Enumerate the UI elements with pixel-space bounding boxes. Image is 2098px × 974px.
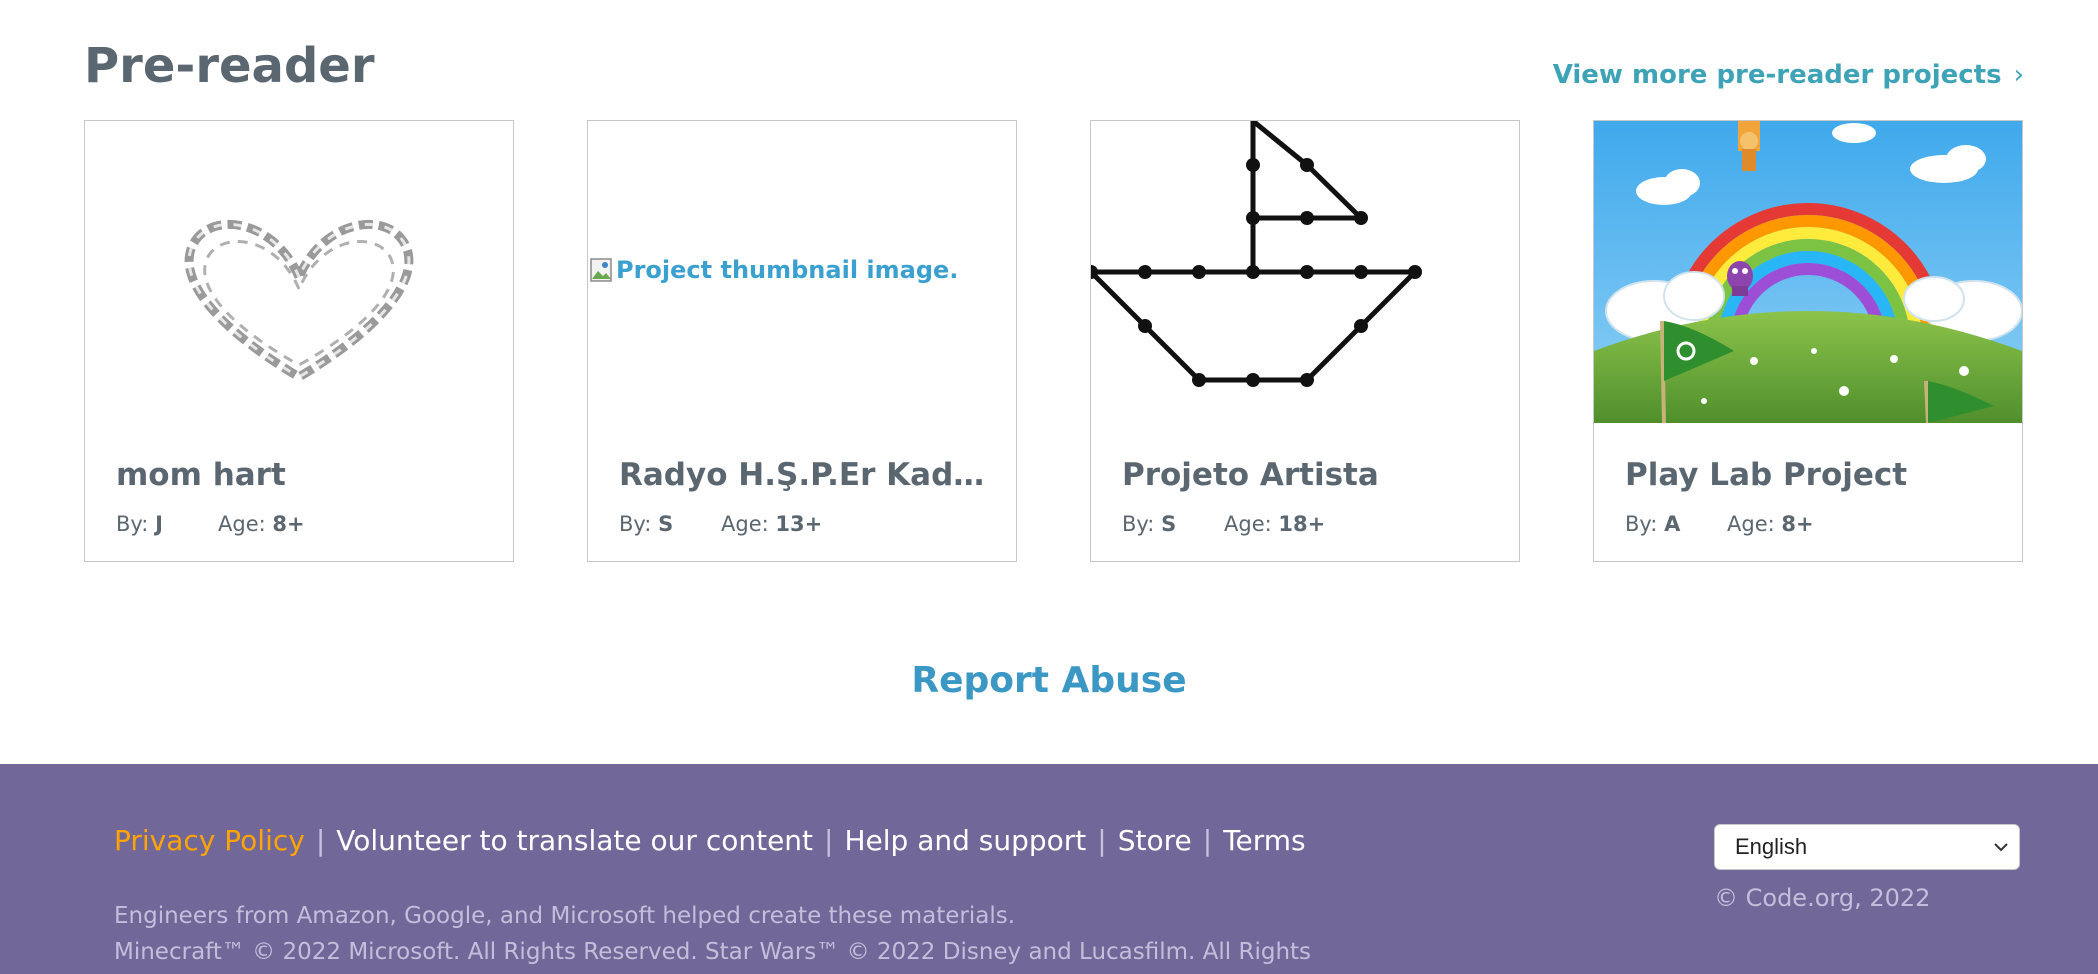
project-thumbnail[interactable] bbox=[1594, 121, 2022, 423]
footer-credits: Engineers from Amazon, Google, and Micro… bbox=[114, 898, 1311, 970]
help-support-link[interactable]: Help and support bbox=[844, 824, 1086, 857]
broken-image-icon bbox=[590, 258, 612, 282]
project-meta: By: J Age: 8+ bbox=[116, 512, 305, 536]
project-meta: By: A Age: 8+ bbox=[1625, 512, 1814, 536]
by-label: By: bbox=[116, 512, 149, 536]
view-more-label: View more pre-reader projects bbox=[1552, 60, 2002, 90]
project-card[interactable]: Projeto Artista By: S Age: 18+ bbox=[1090, 120, 1520, 562]
by-label: By: bbox=[1122, 512, 1155, 536]
project-thumbnail[interactable] bbox=[85, 121, 513, 423]
project-meta: By: S Age: 13+ bbox=[619, 512, 822, 536]
project-author: S bbox=[1161, 512, 1177, 536]
footer: Privacy Policy | Volunteer to translate ou… bbox=[0, 764, 2098, 974]
project-card[interactable]: Project thumbnail image. Radyo H.Ş.P.Er … bbox=[587, 120, 1017, 562]
project-title[interactable]: mom hart bbox=[116, 457, 486, 493]
copyright: © Code.org, 2022 bbox=[1714, 884, 1931, 912]
rainbow-scene-icon bbox=[1594, 121, 2022, 423]
terms-link[interactable]: Terms bbox=[1223, 824, 1305, 857]
footer-links: Privacy Policy | Volunteer to translate ou… bbox=[114, 824, 1306, 857]
volunteer-translate-link[interactable]: Volunteer to translate our content bbox=[336, 824, 813, 857]
project-author: A bbox=[1664, 512, 1681, 536]
project-cards: mom hart By: J Age: 8+ Project thumbnail… bbox=[84, 120, 2024, 564]
project-author: S bbox=[658, 512, 674, 536]
link-separator: | bbox=[315, 824, 326, 857]
link-separator: | bbox=[1097, 824, 1107, 857]
project-title[interactable]: Radyo H.Ş.P.Er Kadir ... bbox=[619, 457, 989, 493]
language-select[interactable]: English bbox=[1714, 824, 2020, 870]
broken-image-text: Project thumbnail image. bbox=[616, 256, 959, 284]
project-author: J bbox=[155, 512, 163, 536]
chevron-down-icon bbox=[1994, 843, 2008, 852]
by-label: By: bbox=[1625, 512, 1658, 536]
project-age: 18+ bbox=[1278, 512, 1326, 536]
project-title[interactable]: Projeto Artista bbox=[1122, 457, 1492, 493]
project-title[interactable]: Play Lab Project bbox=[1625, 457, 1995, 493]
age-label: Age: bbox=[1224, 512, 1272, 536]
boat-drawing-icon bbox=[1091, 121, 1422, 387]
section-title: Pre-reader bbox=[84, 38, 375, 94]
language-selected: English bbox=[1735, 834, 1808, 859]
heart-drawing-icon bbox=[184, 219, 414, 383]
link-separator: | bbox=[1202, 824, 1213, 857]
privacy-policy-link[interactable]: Privacy Policy bbox=[114, 824, 305, 857]
project-age: 8+ bbox=[1781, 512, 1814, 536]
project-age: 13+ bbox=[775, 512, 823, 536]
broken-image-alt: Project thumbnail image. bbox=[590, 256, 958, 284]
project-thumbnail[interactable] bbox=[1091, 121, 1519, 423]
credits-line: Minecraft™ © 2022 Microsoft. All Rights … bbox=[114, 939, 1312, 965]
project-card[interactable]: mom hart By: J Age: 8+ bbox=[84, 120, 514, 562]
age-label: Age: bbox=[721, 512, 769, 536]
project-thumbnail[interactable]: Project thumbnail image. bbox=[588, 121, 1016, 423]
link-separator: | bbox=[824, 824, 834, 857]
credits-line: Engineers from Amazon, Google, and Micro… bbox=[114, 903, 1016, 929]
chevron-right-icon: › bbox=[2013, 60, 2024, 90]
project-card[interactable]: Play Lab Project By: A Age: 8+ bbox=[1593, 120, 2023, 562]
report-abuse-link[interactable]: Report Abuse bbox=[0, 660, 2098, 701]
project-age: 8+ bbox=[272, 512, 305, 536]
view-more-link[interactable]: View more pre-reader projects › bbox=[1553, 60, 2024, 90]
project-meta: By: S Age: 18+ bbox=[1122, 512, 1325, 536]
store-link[interactable]: Store bbox=[1118, 824, 1192, 857]
age-label: Age: bbox=[1727, 512, 1775, 536]
age-label: Age: bbox=[218, 512, 266, 536]
by-label: By: bbox=[619, 512, 652, 536]
